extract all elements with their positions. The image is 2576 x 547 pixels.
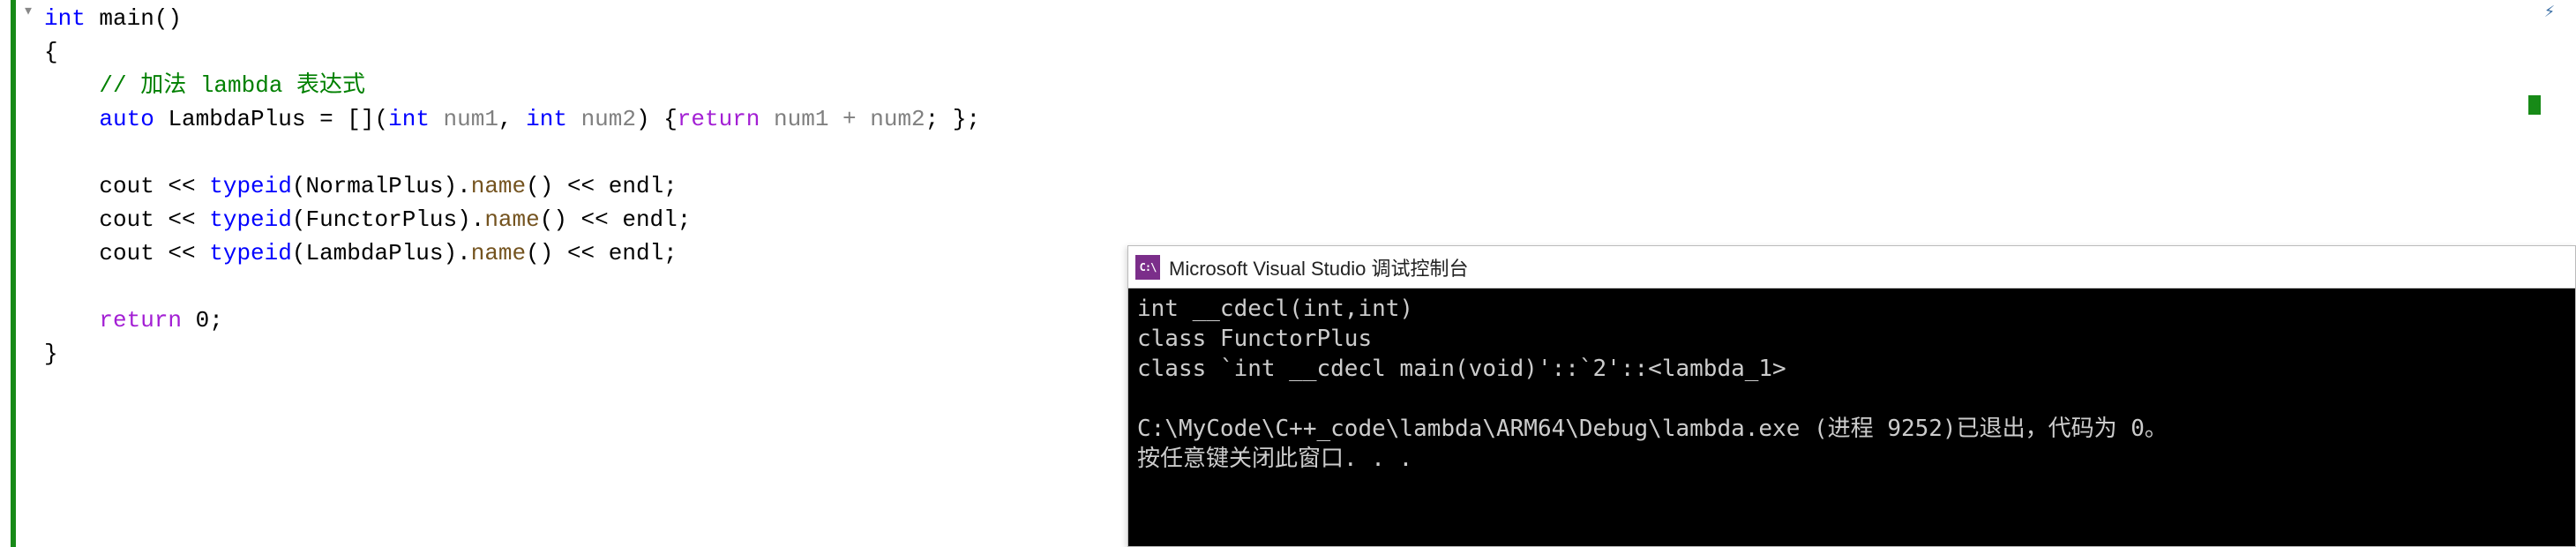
return-expr: num1 + num2 [760,106,925,132]
cout-2: cout << [99,206,209,233]
return-keyword: return [99,307,182,333]
console-output[interactable]: int __cdecl(int,int) class FunctorPlus c… [1128,288,2575,546]
param-type-2: int [526,106,567,132]
paren-close-brace: ) { [636,106,678,132]
tail-1: () << endl; [526,173,678,199]
console-title-text: Microsoft Visual Studio 调试控制台 [1169,253,1468,281]
typeid-3: typeid [209,240,292,266]
name-call-1: name [471,173,526,199]
arg-3: (LambdaPlus). [292,240,471,266]
name-call-2: name [484,206,539,233]
param-1: num1 [430,106,498,132]
keyword-auto: auto [99,106,154,132]
keyword-int: int [44,5,86,32]
cout-1: cout << [99,173,209,199]
paren-open: ( [375,106,389,132]
tail-3: () << endl; [526,240,678,266]
lambda-var: LambdaPlus [154,106,319,132]
name-call-3: name [471,240,526,266]
console-app-icon: C:\ [1135,255,1160,280]
return-value: 0; [182,307,223,333]
console-line-5: C:\MyCode\C++_code\lambda\ARM64\Debug\la… [1137,416,2168,442]
cout-3: cout << [99,240,209,266]
brace-open: { [44,39,58,65]
console-line-2: class FunctorPlus [1137,326,1372,352]
console-titlebar[interactable]: C:\ Microsoft Visual Studio 调试控制台 [1128,246,2575,288]
arg-1: (NormalPlus). [292,173,471,199]
toolbar-glyph-icon[interactable]: ⚡ [2544,0,2555,23]
change-marker-icon [2528,95,2541,115]
function-name: main [86,5,154,32]
console-line-6: 按任意键关闭此窗口. . . [1137,446,1412,472]
comma: , [498,106,526,132]
watermark-text: CSDN @yushanghai [2446,531,2560,545]
param-2: num2 [567,106,636,132]
semicolon-brace: ; }; [925,106,980,132]
arg-2: (FunctorPlus). [292,206,484,233]
debug-console-window[interactable]: C:\ Microsoft Visual Studio 调试控制台 int __… [1127,245,2576,547]
assign-capture: = [] [319,106,374,132]
typeid-1: typeid [209,173,292,199]
comment: // 加法 lambda 表达式 [99,72,365,99]
typeid-2: typeid [209,206,292,233]
parens: () [154,5,182,32]
brace-close: } [44,341,58,367]
keyword-return: return [678,106,760,132]
console-line-3: class `int __cdecl main(void)'::`2'::<la… [1137,356,1786,382]
tail-2: () << endl; [540,206,692,233]
param-type-1: int [388,106,430,132]
console-line-1: int __cdecl(int,int) [1137,296,1413,322]
